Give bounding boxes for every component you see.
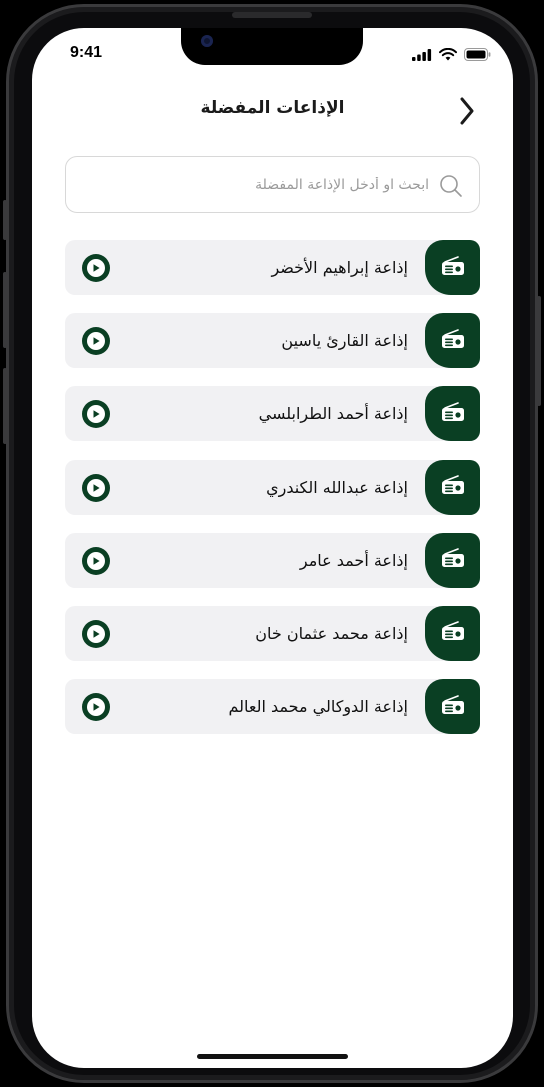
search-bar <box>65 156 480 213</box>
station-name: إذاعة إبراهيم الأخضر <box>271 258 408 277</box>
station-name: إذاعة عبدالله الكندري <box>266 477 408 497</box>
play-icon <box>87 551 105 570</box>
play-icon <box>87 624 105 643</box>
home-indicator[interactable] <box>197 1054 348 1059</box>
chevron-right-icon <box>459 97 475 129</box>
volume-down-button <box>3 368 7 444</box>
status-time: 9:41 <box>70 44 103 61</box>
station-item[interactable]: إذاعة أحمد عامر <box>65 532 480 588</box>
station-item[interactable]: إذاعة محمد عثمان خان <box>65 605 480 661</box>
station-badge <box>425 532 480 588</box>
station-badge <box>425 313 480 369</box>
radio-icon <box>441 621 465 645</box>
station-name: إذاعة محمد عثمان خان <box>255 623 408 643</box>
station-item[interactable]: إذاعة أحمد الطرابلسي <box>65 386 480 442</box>
play-icon <box>87 259 105 277</box>
earpiece-speaker <box>232 12 312 18</box>
play-button[interactable] <box>82 473 110 502</box>
play-icon <box>87 478 105 497</box>
power-button <box>537 296 541 406</box>
battery-icon <box>464 46 491 65</box>
station-item[interactable]: إذاعة إبراهيم الأخضر <box>65 240 480 295</box>
play-button[interactable] <box>82 693 110 722</box>
search-icon[interactable] <box>439 174 463 202</box>
signal-icon <box>412 46 432 65</box>
station-name: إذاعة أحمد الطرابلسي <box>258 404 408 424</box>
radio-icon <box>441 475 465 499</box>
station-item[interactable]: إذاعة القارئ ياسين <box>65 313 480 369</box>
wifi-icon <box>439 46 457 65</box>
play-button[interactable] <box>82 619 110 648</box>
station-item[interactable]: إذاعة عبدالله الكندري <box>65 459 480 515</box>
notch <box>181 28 363 65</box>
station-item[interactable]: إذاعة الدوكالي محمد العالم <box>65 679 480 735</box>
play-icon <box>87 332 105 351</box>
station-badge <box>425 386 480 442</box>
screen: 9:41 الإذاعات المفضلة ابحث او أدخل الإذا… <box>32 28 513 1068</box>
mute-switch <box>3 200 7 240</box>
station-badge <box>425 679 480 735</box>
station-badge <box>425 459 480 515</box>
search-input[interactable] <box>76 157 429 212</box>
play-button[interactable] <box>82 254 110 282</box>
play-button[interactable] <box>82 400 110 429</box>
station-list: إذاعة إبراهيم الأخضر إذاعة القارئ ياسين … <box>65 240 480 752</box>
station-badge <box>425 240 480 295</box>
radio-icon <box>441 402 465 426</box>
play-icon <box>87 698 105 717</box>
station-name: إذاعة الدوكالي محمد العالم <box>228 697 408 717</box>
radio-icon <box>441 694 465 719</box>
play-button[interactable] <box>82 546 110 575</box>
back-button[interactable] <box>455 97 479 129</box>
station-badge <box>425 605 480 661</box>
front-camera <box>201 35 213 47</box>
play-icon <box>87 405 105 424</box>
play-button[interactable] <box>82 327 110 356</box>
radio-icon <box>441 548 465 572</box>
station-name: إذاعة أحمد عامر <box>299 550 408 570</box>
page-title: الإذاعات المفضلة <box>200 98 345 118</box>
radio-icon <box>441 255 465 280</box>
station-name: إذاعة القارئ ياسين <box>281 331 408 351</box>
volume-up-button <box>3 272 7 348</box>
status-icons <box>412 46 491 65</box>
radio-icon <box>441 328 465 353</box>
